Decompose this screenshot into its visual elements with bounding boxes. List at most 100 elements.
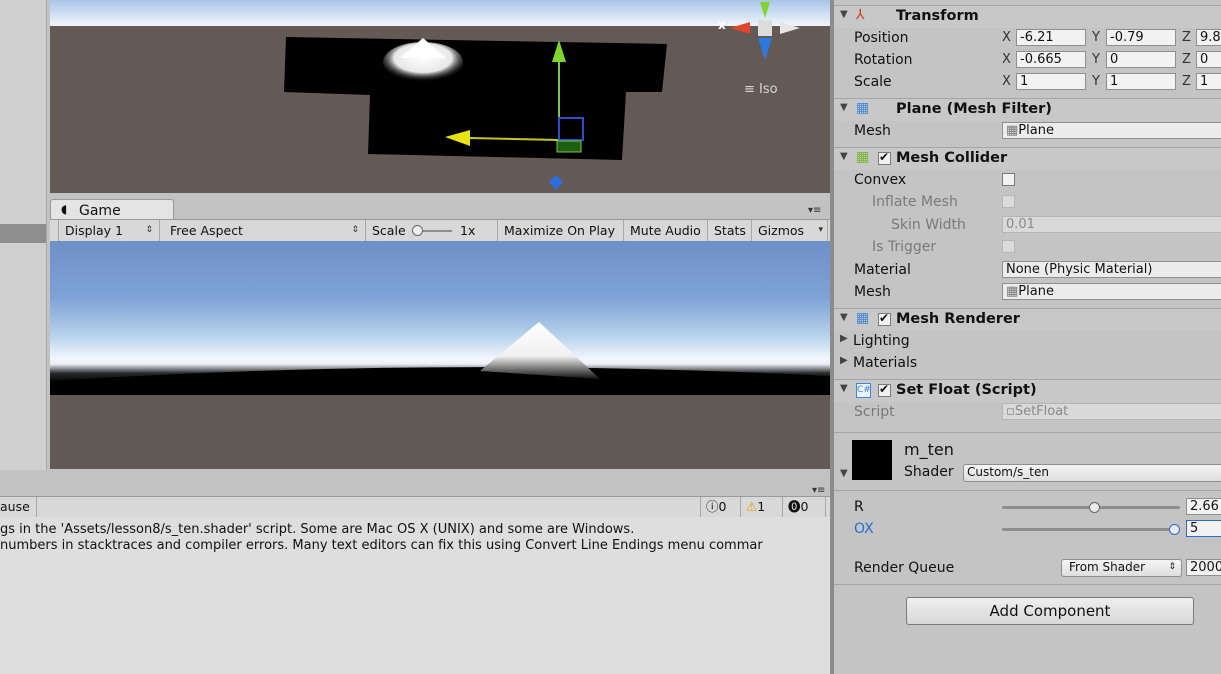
maximize-on-play-button[interactable]: Maximize On Play bbox=[498, 220, 624, 241]
z-axis-label: Z bbox=[1182, 52, 1191, 67]
collider-mesh-field[interactable]: ▦Plane bbox=[1002, 283, 1221, 300]
add-component-label: Add Component bbox=[989, 602, 1111, 620]
stats-button[interactable]: Stats bbox=[708, 220, 752, 241]
mute-label: Mute Audio bbox=[630, 223, 701, 238]
set-float-enabled-checkbox[interactable] bbox=[878, 382, 891, 397]
expand-triangle-icon: ▼ bbox=[840, 312, 848, 323]
tab-game[interactable]: ◖ Game bbox=[50, 199, 174, 221]
render-queue-value-field[interactable]: 2000 bbox=[1186, 559, 1221, 576]
render-queue-mode-dropdown[interactable]: From Shader ⇕ bbox=[1061, 559, 1182, 577]
pacman-icon: ◖ bbox=[61, 202, 68, 216]
y-axis-label: Y bbox=[1092, 74, 1100, 89]
inflate-mesh-checkbox bbox=[1002, 195, 1015, 208]
updown-caret-icon: ⇕ bbox=[1168, 562, 1176, 572]
convex-row: Convex bbox=[834, 169, 1221, 191]
info-circle-icon: ⓘ bbox=[706, 499, 719, 514]
rotation-x-field[interactable]: -0.665 bbox=[1016, 51, 1086, 68]
lighting-foldout[interactable]: ▶ Lighting bbox=[834, 330, 1221, 352]
render-queue-row: Render Queue From Shader ⇕ 2000 bbox=[834, 557, 1221, 579]
convex-checkbox[interactable] bbox=[1002, 173, 1015, 186]
error-filter-toggle[interactable]: ⓘ0 bbox=[700, 497, 741, 517]
scale-x-field[interactable]: 1 bbox=[1016, 73, 1086, 90]
console-log[interactable]: gs in the 'Assets/lesson8/s_ten.shader' … bbox=[0, 517, 830, 674]
scale-z-field[interactable]: 1 bbox=[1196, 73, 1221, 90]
inflate-mesh-row: Inflate Mesh bbox=[834, 191, 1221, 213]
render-queue-label: Render Queue bbox=[854, 560, 955, 576]
physic-material-field[interactable]: None (Physic Material) bbox=[1002, 261, 1221, 278]
x-axis-label: X bbox=[1002, 30, 1011, 45]
expand-triangle-icon: ▼ bbox=[840, 383, 848, 394]
add-component-button[interactable]: Add Component bbox=[906, 597, 1194, 625]
iso-label[interactable]: ≡ Iso bbox=[744, 82, 778, 97]
pause-button[interactable]: ause bbox=[0, 497, 37, 517]
mesh-filter-header[interactable]: ▼ ▦ Plane (Mesh Filter) bbox=[834, 98, 1221, 121]
console-line[interactable]: gs in the 'Assets/lesson8/s_ten.shader' … bbox=[0, 522, 634, 537]
ox-slider-knob[interactable] bbox=[1169, 524, 1180, 535]
warning-filter-toggle[interactable]: ⚠1 bbox=[740, 497, 783, 517]
mute-audio-button[interactable]: Mute Audio bbox=[624, 220, 708, 241]
position-y-field[interactable]: -0.79 bbox=[1106, 29, 1176, 46]
collapsed-triangle-icon: ▶ bbox=[840, 355, 848, 366]
scene-view[interactable]: x ≡ Iso bbox=[50, 0, 830, 193]
mesh-collider-enabled-checkbox[interactable] bbox=[878, 150, 891, 165]
add-component-separator bbox=[834, 584, 1221, 585]
shader-dropdown[interactable]: Custom/s_ten bbox=[963, 464, 1221, 482]
transform-header[interactable]: ▼ ⅄ Transform bbox=[834, 5, 1221, 28]
set-float-title: Set Float (Script) bbox=[896, 382, 1037, 398]
collider-mesh-row: Mesh ▦Plane bbox=[834, 281, 1221, 303]
position-z-field[interactable]: 9.8 bbox=[1196, 29, 1221, 46]
console-toolbar: ause ⓘ0 ⚠1 ⓿0 bbox=[0, 496, 830, 518]
r-property-row: R 2.66 bbox=[834, 496, 1221, 518]
aspect-dropdown[interactable]: Free Aspect ⇕ bbox=[164, 220, 366, 241]
game-view[interactable] bbox=[50, 241, 830, 469]
rotation-label: Rotation bbox=[854, 52, 913, 68]
message-filter-toggle[interactable]: ⓿0 bbox=[782, 497, 826, 517]
scale-slider-knob[interactable] bbox=[412, 225, 423, 236]
inflate-mesh-label: Inflate Mesh bbox=[872, 194, 958, 210]
console-menu-icon[interactable]: ▾≡ bbox=[812, 485, 825, 496]
ox-property-row: OX 5 bbox=[834, 518, 1221, 540]
updown-caret-icon: ⇕ bbox=[145, 225, 153, 235]
gizmos-dropdown[interactable]: Gizmos ▾ bbox=[752, 220, 828, 241]
rotation-y-field[interactable]: 0 bbox=[1106, 51, 1176, 68]
expand-triangle-icon: ▼ bbox=[840, 102, 848, 113]
message-count: 0 bbox=[800, 499, 809, 514]
hierarchy-selected-row[interactable] bbox=[0, 224, 46, 243]
warning-triangle-icon: ⚠ bbox=[746, 499, 758, 514]
mesh-label: Mesh bbox=[854, 123, 891, 139]
script-object-field: ▫SetFloat bbox=[1002, 403, 1221, 420]
display-dropdown-label: Display 1 bbox=[65, 223, 124, 238]
is-trigger-checkbox bbox=[1002, 240, 1015, 253]
ox-slider-track[interactable] bbox=[1002, 528, 1180, 531]
collider-mesh-value: Plane bbox=[1018, 284, 1054, 299]
scale-y-field[interactable]: 1 bbox=[1106, 73, 1176, 90]
display-dropdown[interactable]: Display 1 ⇕ bbox=[58, 220, 160, 241]
mesh-collider-header[interactable]: ▼ ▦ Mesh Collider bbox=[834, 147, 1221, 170]
set-float-header[interactable]: ▼ C# Set Float (Script) bbox=[834, 379, 1221, 402]
mesh-renderer-enabled-checkbox[interactable] bbox=[878, 311, 891, 326]
mesh-object-field[interactable]: ▦Plane bbox=[1002, 122, 1221, 139]
tab-menu-icon[interactable]: ▾≡ bbox=[808, 205, 821, 216]
mesh-grid-icon: ▦ bbox=[856, 100, 870, 116]
y-axis-label: Y bbox=[1092, 52, 1100, 67]
r-slider-knob[interactable] bbox=[1088, 502, 1100, 513]
r-value-field[interactable]: 2.66 bbox=[1186, 498, 1221, 515]
game-toolbar: Display 1 ⇕ Free Aspect ⇕ Scale 1x Maxim… bbox=[50, 219, 830, 242]
scale-value: 1x bbox=[460, 223, 476, 238]
expand-triangle-icon[interactable]: ▼ bbox=[840, 468, 848, 479]
ox-value-field[interactable]: 5 bbox=[1186, 520, 1221, 537]
transform-title: Transform bbox=[896, 8, 979, 24]
expand-triangle-icon: ▼ bbox=[840, 9, 848, 20]
console-line[interactable]: numbers in stacktraces and compiler erro… bbox=[0, 538, 763, 553]
script-file-icon: C# bbox=[856, 383, 871, 398]
transform-axes-icon: ⅄ bbox=[856, 7, 865, 23]
material-preview-swatch[interactable] bbox=[852, 440, 892, 480]
rotation-z-field[interactable]: 0 bbox=[1196, 51, 1221, 68]
convex-label: Convex bbox=[854, 172, 907, 188]
position-x-field[interactable]: -6.21 bbox=[1016, 29, 1086, 46]
materials-foldout[interactable]: ▶ Materials bbox=[834, 352, 1221, 374]
mesh-renderer-header[interactable]: ▼ ▦ Mesh Renderer bbox=[834, 308, 1221, 331]
z-axis-label: Z bbox=[1182, 30, 1191, 45]
script-file-icon: ▫ bbox=[1006, 404, 1015, 419]
stats-label: Stats bbox=[714, 223, 746, 238]
